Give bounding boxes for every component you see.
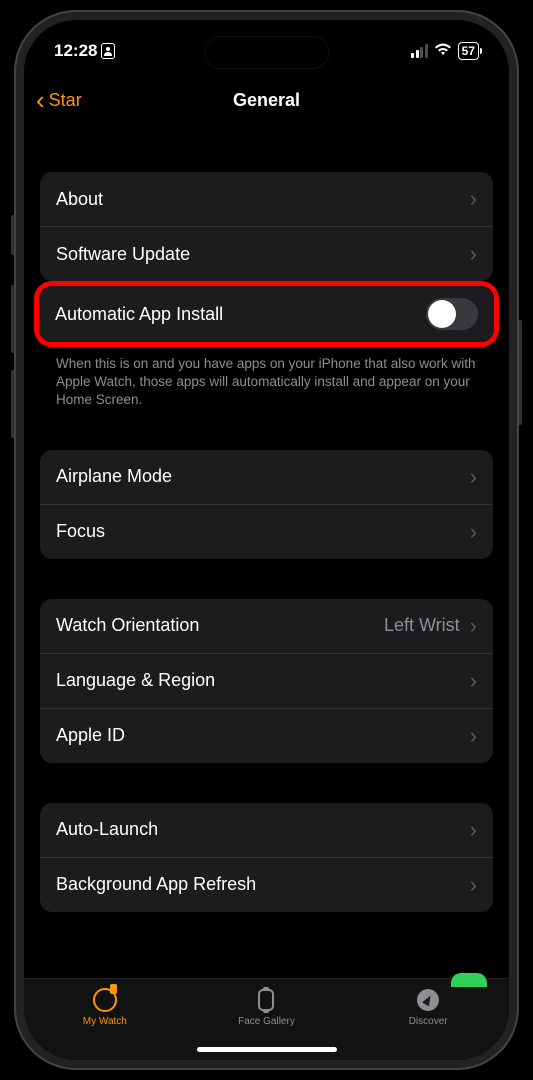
back-button[interactable]: ‹ Star	[36, 85, 82, 116]
partial-toggle-peek	[451, 973, 487, 987]
chevron-right-icon: ›	[470, 723, 477, 749]
dynamic-island	[204, 36, 329, 69]
screen: 12:28 57 ‹ Star G	[24, 20, 509, 1060]
watch-case-icon	[258, 989, 274, 1011]
auto-launch-row[interactable]: Auto-Launch ›	[40, 803, 493, 858]
chevron-right-icon: ›	[470, 241, 477, 267]
navigation-bar: ‹ Star General	[24, 76, 509, 124]
airplane-mode-row[interactable]: Airplane Mode ›	[40, 450, 493, 505]
back-label: Star	[49, 90, 82, 111]
about-row[interactable]: About ›	[40, 172, 493, 227]
wifi-icon	[434, 42, 452, 61]
tab-my-watch[interactable]: My Watch	[55, 987, 155, 1027]
language-region-row[interactable]: Language & Region ›	[40, 654, 493, 709]
tab-discover[interactable]: Discover	[378, 987, 478, 1027]
chevron-right-icon: ›	[470, 668, 477, 694]
phone-frame: 12:28 57 ‹ Star G	[14, 10, 519, 1070]
chevron-right-icon: ›	[470, 817, 477, 843]
chevron-right-icon: ›	[470, 464, 477, 490]
software-update-row[interactable]: Software Update ›	[40, 227, 493, 281]
chevron-right-icon: ›	[470, 872, 477, 898]
chevron-right-icon: ›	[470, 186, 477, 212]
home-indicator[interactable]	[197, 1047, 337, 1052]
watch-orientation-row[interactable]: Watch Orientation Left Wrist ›	[40, 599, 493, 654]
compass-icon	[417, 989, 439, 1011]
focus-row[interactable]: Focus ›	[40, 505, 493, 559]
tab-face-gallery[interactable]: Face Gallery	[216, 987, 316, 1027]
volume-down-button	[11, 370, 14, 438]
page-title: General	[233, 90, 300, 111]
watch-dial-icon	[93, 988, 117, 1012]
toggle-knob	[428, 300, 456, 328]
automatic-app-install-toggle[interactable]	[426, 298, 478, 330]
background-app-refresh-row[interactable]: Background App Refresh ›	[40, 858, 493, 912]
battery-icon: 57	[458, 42, 479, 60]
cellular-signal-icon	[411, 44, 428, 58]
orientation-value: Left Wrist	[384, 615, 460, 636]
settings-group-4: Auto-Launch › Background App Refresh ›	[40, 803, 493, 912]
power-button	[519, 320, 522, 425]
highlight-annotation: Automatic App Install	[34, 281, 499, 347]
settings-group-3: Watch Orientation Left Wrist › Language …	[40, 599, 493, 763]
chevron-right-icon: ›	[470, 519, 477, 545]
settings-group-1: About › Software Update ›	[40, 172, 493, 281]
apple-id-row[interactable]: Apple ID ›	[40, 709, 493, 763]
volume-up-button	[11, 285, 14, 353]
auto-install-footer: When this is on and you have apps on you…	[40, 347, 493, 410]
chevron-right-icon: ›	[470, 613, 477, 639]
contact-icon	[101, 43, 115, 59]
silent-switch	[11, 215, 14, 255]
chevron-left-icon: ‹	[36, 85, 45, 116]
settings-group-2: Airplane Mode › Focus ›	[40, 450, 493, 559]
status-time: 12:28	[54, 41, 97, 61]
automatic-app-install-row[interactable]: Automatic App Install	[39, 286, 494, 342]
content-scroll[interactable]: About › Software Update › Automatic App …	[24, 124, 509, 984]
